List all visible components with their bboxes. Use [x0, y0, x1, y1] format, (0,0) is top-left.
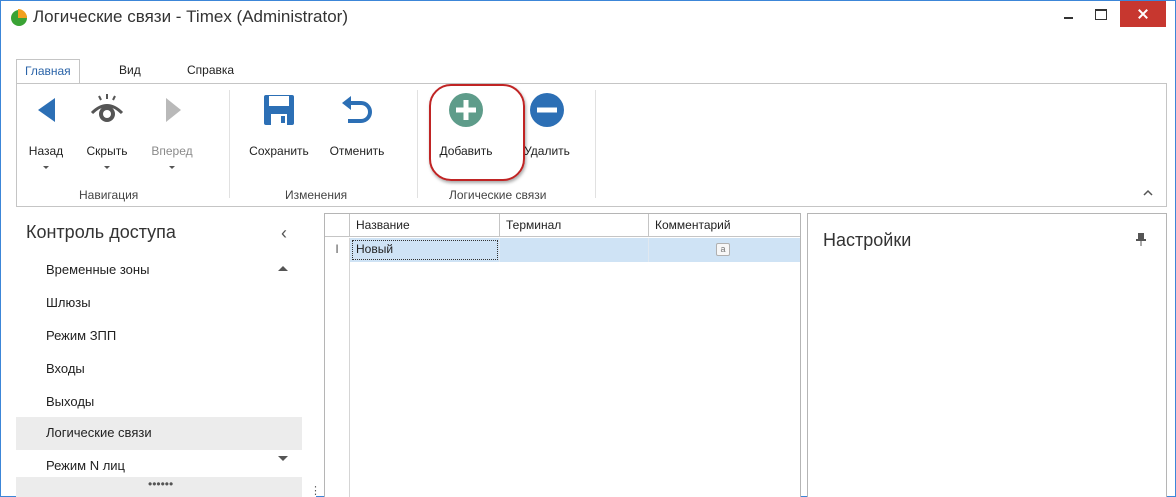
eye-icon: [90, 94, 124, 122]
hide-button[interactable]: Скрыть: [77, 86, 137, 174]
tab-main[interactable]: Главная: [16, 59, 80, 84]
window-title: Логические связи - Timex (Administrator): [33, 7, 349, 26]
title-bar: Логические связи - Timex (Administrator): [1, 1, 1175, 35]
group-separator: [229, 90, 230, 198]
save-button[interactable]: Сохранить: [239, 86, 319, 174]
collapse-ribbon-icon[interactable]: [1141, 186, 1155, 200]
save-icon: [264, 95, 294, 125]
forward-button[interactable]: Вперед: [142, 86, 202, 174]
add-button-label: Добавить: [439, 144, 493, 158]
undo-icon: [342, 96, 372, 123]
hide-button-label: Скрыть: [86, 144, 128, 158]
panel-resize-handle[interactable]: ••••••: [16, 477, 302, 497]
tab-help[interactable]: Справка: [179, 59, 242, 84]
back-dropdown-icon[interactable]: [43, 166, 49, 169]
row-indicator-header: [325, 214, 350, 237]
back-button[interactable]: Назад: [20, 86, 72, 174]
cell-name[interactable]: Новый: [350, 238, 500, 262]
group-separator: [595, 90, 596, 198]
logical-links-grid: Название Терминал Комментарий I Новый a: [324, 213, 801, 497]
app-window: Логические связи - Timex (Administrator)…: [0, 0, 1176, 497]
splitter-grip-icon[interactable]: ⋮: [310, 484, 321, 497]
group-label-navigation: Навигация: [79, 188, 139, 202]
panel-title: Контроль доступа: [26, 222, 176, 242]
arrow-left-icon: [38, 98, 55, 122]
nav-item-logical-links[interactable]: Логические связи: [16, 417, 302, 450]
forward-button-label: Вперед: [151, 144, 193, 158]
column-header-name[interactable]: Название: [350, 214, 500, 237]
pin-icon[interactable]: [1136, 232, 1146, 246]
hide-dropdown-icon[interactable]: [104, 166, 110, 169]
grid-header: Название Терминал Комментарий: [325, 214, 800, 237]
nav-item-zpp-mode[interactable]: Режим ЗПП: [16, 320, 302, 353]
nav-item-inputs[interactable]: Входы: [16, 353, 302, 386]
settings-panel-title: Настройки: [823, 230, 912, 250]
minimize-button[interactable]: [1056, 1, 1080, 27]
back-button-label: Назад: [28, 144, 64, 158]
ribbon: Назад Скрыть Вперед Навигация Сохранить …: [16, 83, 1167, 207]
forward-dropdown-icon[interactable]: [169, 166, 175, 169]
cell-terminal[interactable]: [500, 238, 649, 262]
scroll-down-icon[interactable]: [278, 456, 288, 461]
tab-view[interactable]: Вид: [111, 59, 149, 84]
group-separator: [417, 90, 418, 198]
add-icon: [449, 93, 483, 127]
row-indicator-column-line: [349, 238, 350, 497]
close-button[interactable]: [1120, 1, 1166, 27]
memo-icon[interactable]: a: [716, 243, 730, 256]
cell-comment[interactable]: a: [649, 238, 800, 262]
undo-button[interactable]: Отменить: [323, 86, 391, 174]
delete-button-label: Удалить: [524, 144, 570, 158]
undo-button-label: Отменить: [329, 144, 385, 158]
settings-panel: Настройки: [807, 213, 1167, 497]
remove-icon: [530, 93, 564, 127]
save-button-label: Сохранить: [249, 144, 309, 158]
collapse-panel-icon[interactable]: ‹: [281, 223, 287, 244]
column-header-comment[interactable]: Комментарий: [649, 214, 800, 237]
navigation-panel: Контроль доступа ‹ Временные зоны Шлюзы …: [16, 213, 316, 497]
add-button[interactable]: Добавить: [431, 86, 501, 174]
group-label-logical-links: Логические связи: [449, 188, 547, 202]
table-row[interactable]: I Новый a: [325, 238, 800, 262]
group-label-changes: Изменения: [285, 188, 348, 202]
nav-item-outputs[interactable]: Выходы: [16, 386, 302, 419]
column-header-terminal[interactable]: Терминал: [500, 214, 649, 237]
delete-button[interactable]: Удалить: [511, 86, 583, 174]
arrow-right-icon: [166, 98, 181, 122]
nav-item-gateways[interactable]: Шлюзы: [16, 287, 302, 320]
row-indicator-icon: I: [325, 238, 349, 262]
grip-dots-icon: ••••••: [148, 477, 174, 491]
nav-item-time-zones[interactable]: Временные зоны: [16, 254, 302, 287]
maximize-button[interactable]: [1087, 1, 1115, 27]
app-logo-icon: [11, 9, 27, 26]
